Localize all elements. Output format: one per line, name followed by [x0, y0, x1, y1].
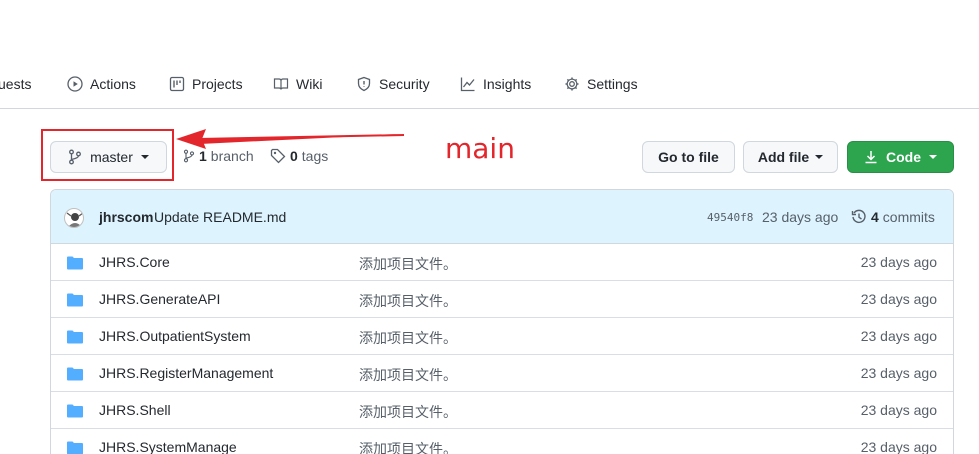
file-commit-message[interactable]: 添加项目文件。: [359, 402, 457, 422]
file-commit-message[interactable]: 添加项目文件。: [359, 328, 457, 348]
file-name[interactable]: JHRS.Core: [99, 254, 170, 270]
tab-label: Projects: [192, 76, 243, 92]
file-row[interactable]: JHRS.Shell 添加项目文件。 23 days ago: [51, 392, 953, 429]
file-browser: jhrscom Update README.md 49540f8 23 days…: [50, 189, 954, 454]
file-name[interactable]: JHRS.RegisterManagement: [99, 365, 273, 381]
file-row[interactable]: JHRS.Core 添加项目文件。 23 days ago: [51, 244, 953, 281]
tab-label: Settings: [587, 76, 638, 92]
file-name[interactable]: JHRS.SystemManage: [99, 439, 237, 454]
project-icon: [169, 76, 185, 92]
file-age: 23 days ago: [860, 291, 937, 307]
file-row[interactable]: JHRS.OutpatientSystem 添加项目文件。 23 days ag…: [51, 318, 953, 355]
tab-insights[interactable]: Insights: [460, 74, 531, 94]
file-row[interactable]: JHRS.SystemManage 添加项目文件。 23 days ago: [51, 429, 953, 454]
play-icon: [67, 76, 83, 92]
book-icon: [273, 78, 289, 90]
folder-icon: [67, 404, 83, 418]
annotation-highlight-box: [41, 129, 174, 181]
graph-icon: [460, 77, 475, 92]
tag-icon: [270, 148, 286, 164]
folder-icon: [67, 256, 83, 270]
chevron-down-icon: [815, 155, 824, 159]
commit-sha[interactable]: 49540f8: [707, 211, 753, 224]
tags-link[interactable]: 0 tags: [270, 148, 328, 164]
repo-nav: uests Actions Projects Wiki Security Ins…: [0, 60, 979, 109]
history-icon: [851, 209, 866, 223]
latest-commit-bar: jhrscom Update README.md 49540f8 23 days…: [51, 190, 953, 244]
go-to-file-button[interactable]: Go to file: [642, 141, 735, 173]
add-file-button[interactable]: Add file: [743, 141, 838, 173]
tab-label: Wiki: [296, 76, 323, 92]
file-age: 23 days ago: [860, 328, 937, 344]
commit-message[interactable]: Update README.md: [154, 209, 286, 225]
tab-label: Security: [379, 76, 430, 92]
file-commit-message[interactable]: 添加项目文件。: [359, 291, 457, 311]
branch-count: 1: [199, 148, 207, 164]
git-branch-icon: [183, 149, 195, 163]
tab-label: uests: [0, 76, 32, 92]
download-icon: [865, 151, 877, 164]
tab-wiki[interactable]: Wiki: [273, 74, 322, 94]
tab-label: Actions: [90, 76, 136, 92]
commits-link[interactable]: 4 commits: [851, 209, 935, 225]
tag-count: 0: [290, 148, 298, 164]
chevron-down-icon: [929, 155, 937, 159]
shield-icon: [357, 76, 371, 92]
branch-word: branch: [210, 148, 254, 164]
code-button[interactable]: Code: [847, 141, 954, 173]
code-label: Code: [886, 149, 921, 165]
folder-icon: [67, 367, 83, 381]
add-file-label: Add file: [757, 149, 810, 165]
file-name[interactable]: JHRS.Shell: [99, 402, 171, 418]
tab-pull-requests[interactable]: uests: [0, 74, 31, 94]
commit-count-word: commits: [882, 209, 935, 225]
annotation-label: main: [445, 132, 515, 165]
folder-icon: [67, 330, 83, 344]
file-age: 23 days ago: [860, 439, 937, 454]
file-name[interactable]: JHRS.OutpatientSystem: [99, 328, 251, 344]
tab-settings[interactable]: Settings: [564, 74, 638, 94]
tab-security[interactable]: Security: [356, 74, 430, 94]
commit-author[interactable]: jhrscom: [99, 209, 153, 225]
tab-actions[interactable]: Actions: [67, 74, 136, 94]
tab-projects[interactable]: Projects: [169, 74, 243, 94]
file-row[interactable]: JHRS.GenerateAPI 添加项目文件。 23 days ago: [51, 281, 953, 318]
tab-label: Insights: [483, 76, 532, 92]
folder-icon: [67, 293, 83, 307]
header-band: [0, 0, 979, 60]
folder-icon: [67, 441, 83, 454]
file-commit-message[interactable]: 添加项目文件。: [359, 254, 457, 274]
file-row[interactable]: JHRS.RegisterManagement 添加项目文件。 23 days …: [51, 355, 953, 392]
file-commit-message[interactable]: 添加项目文件。: [359, 439, 457, 454]
commit-count: 4: [871, 209, 879, 225]
file-name[interactable]: JHRS.GenerateAPI: [99, 291, 220, 307]
avatar[interactable]: [64, 208, 84, 228]
gear-icon: [565, 77, 579, 91]
file-commit-message[interactable]: 添加项目文件。: [359, 365, 457, 385]
file-age: 23 days ago: [860, 254, 937, 270]
branches-link[interactable]: 1 branch: [183, 148, 254, 164]
go-to-file-label: Go to file: [658, 149, 719, 165]
tag-word: tags: [301, 148, 329, 164]
commit-age: 23 days ago: [762, 209, 839, 225]
file-age: 23 days ago: [860, 402, 937, 418]
file-age: 23 days ago: [860, 365, 937, 381]
